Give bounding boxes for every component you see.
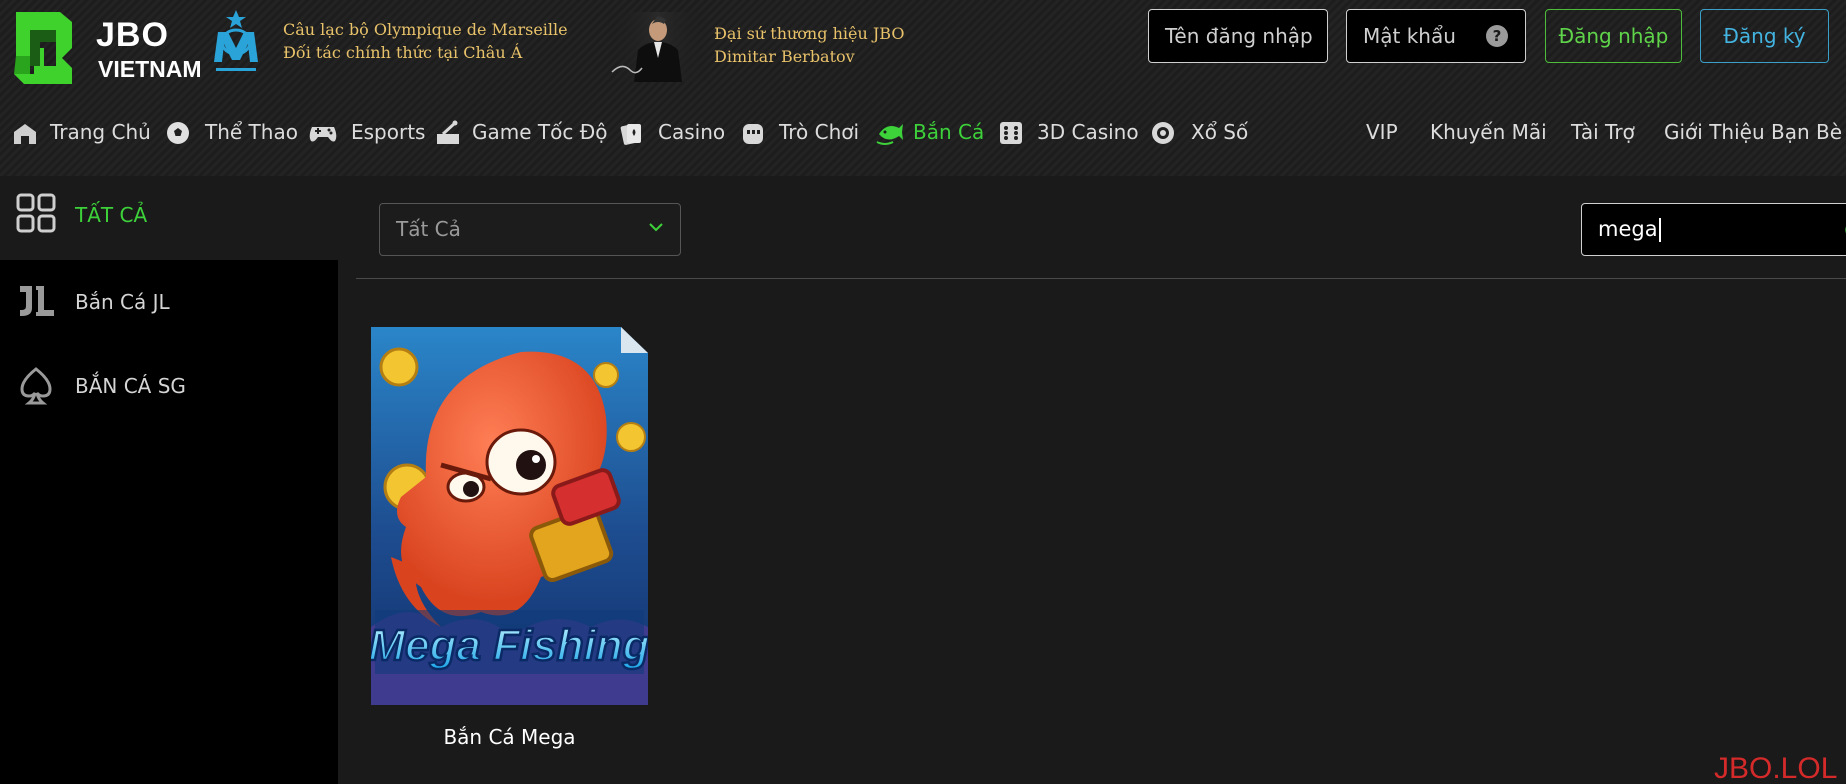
sidebar-item-all[interactable]: TẤT CẢ	[0, 176, 338, 260]
nav-vip[interactable]: VIP	[1366, 108, 1398, 156]
grid-icon	[16, 193, 56, 233]
search-input[interactable]: mega	[1581, 203, 1846, 256]
game-title[interactable]: Bắn Cá Mega	[371, 724, 648, 750]
nav-promotions[interactable]: Khuyến Mãi	[1430, 108, 1547, 156]
nav-esports[interactable]: Esports	[351, 108, 425, 156]
ambassador-line-1: Đại sứ thương hiệu JBO	[714, 24, 905, 43]
dice-icon	[1000, 122, 1022, 144]
nav-3d-casino[interactable]: 3D Casino	[1037, 108, 1139, 156]
brand-subtitle: VIETNAM	[98, 56, 202, 82]
olympique-marseille-logo	[214, 10, 258, 71]
fishing-icon	[876, 124, 903, 145]
sidebar-item-label: Bắn Cá JL	[75, 290, 170, 314]
sidebar-item-sg[interactable]: BẮN CÁ SG	[0, 344, 338, 428]
password-help-icon[interactable]: ?	[1486, 25, 1508, 47]
nav-sponsor[interactable]: Tài Trợ	[1571, 108, 1635, 156]
username-input[interactable]: Tên đăng nhập	[1148, 9, 1328, 63]
partner-line-2: Đối tác chính thức tại Châu Á	[283, 43, 523, 62]
slot-machine-icon	[743, 124, 763, 144]
game-thumbnail: Mega Fishing	[371, 327, 648, 705]
ambassador-line-2: Dimitar Berbatov	[714, 47, 855, 66]
ambassador-text: Đại sứ thương hiệu JBO Dimitar Berbatov	[714, 22, 904, 68]
main-nav: Trang Chủ Thể Thao Esports Game Tốc Độ C…	[0, 108, 1846, 156]
jl-logo-icon	[20, 286, 54, 316]
provider-filter-select[interactable]: Tất Cả	[379, 203, 681, 256]
soccer-ball-icon	[167, 122, 189, 144]
cards-icon	[620, 124, 641, 145]
nav-sports[interactable]: Thể Thao	[205, 108, 298, 156]
chevron-down-icon	[649, 223, 663, 232]
brand-name: JBO	[96, 16, 169, 54]
sidebar-item-jl[interactable]: Bắn Cá JL	[0, 260, 338, 344]
nav-fishing[interactable]: Bắn Cá	[913, 108, 984, 156]
register-button[interactable]: Đăng ký	[1700, 9, 1829, 63]
partner-line-1: Câu lạc bộ Olympique de Marseille	[283, 20, 568, 39]
ambassador-photo	[606, 12, 710, 82]
nav-casino[interactable]: Casino	[658, 108, 725, 156]
sidebar-item-label: BẮN CÁ SG	[75, 374, 186, 398]
content-divider	[356, 278, 1846, 279]
game-thumbnail-title: Mega Fishing	[371, 621, 648, 670]
home-icon	[14, 124, 36, 144]
nav-home[interactable]: Trang Chủ	[50, 108, 151, 156]
category-sidebar: TẤT CẢ Bắn Cá JL BẮN CÁ SG	[0, 176, 338, 784]
nav-lottery[interactable]: Xổ Số	[1191, 108, 1248, 156]
search-value: mega	[1598, 217, 1658, 241]
spade-icon	[20, 367, 52, 405]
search-icon[interactable]	[1840, 220, 1846, 240]
text-caret	[1658, 218, 1661, 242]
speed-game-icon	[437, 120, 459, 144]
filter-selected-value: Tất Cả	[396, 217, 461, 241]
gamepad-icon	[309, 127, 337, 142]
partner-text: Câu lạc bộ Olympique de Marseille Đối tá…	[283, 18, 568, 64]
sidebar-item-label: TẤT CẢ	[75, 203, 148, 227]
jbo-logo-icon	[14, 12, 72, 84]
nav-referral[interactable]: Giới Thiệu Bạn Bè	[1664, 108, 1842, 156]
site-watermark: JBO.LOL	[1714, 752, 1838, 784]
nav-speed-game[interactable]: Game Tốc Độ	[472, 108, 607, 156]
login-button[interactable]: Đăng nhập	[1545, 9, 1682, 63]
jbo-logo[interactable]: JBO VIETNAM	[10, 8, 202, 88]
game-card[interactable]: Mega Fishing	[371, 327, 648, 707]
lottery-icon	[1152, 122, 1174, 144]
top-header: JBO VIETNAM Câu lạc bộ Olympique de Mars…	[0, 0, 1846, 176]
nav-games[interactable]: Trò Chơi	[779, 108, 859, 156]
